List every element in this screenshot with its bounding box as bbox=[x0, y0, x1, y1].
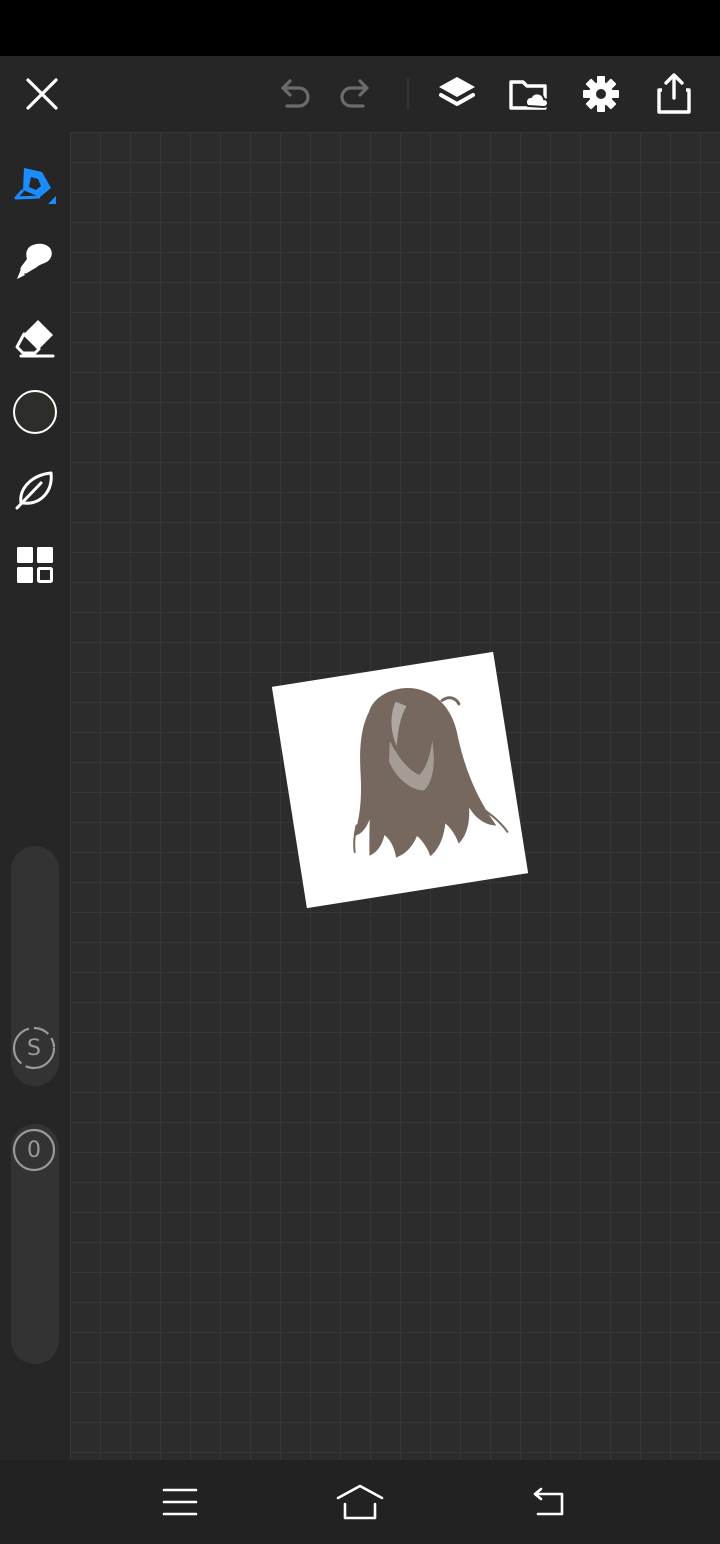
menu-icon bbox=[162, 1488, 198, 1516]
close-button[interactable] bbox=[12, 56, 72, 132]
gear-icon bbox=[583, 76, 619, 112]
eraser-icon bbox=[15, 320, 55, 358]
layers-icon bbox=[439, 77, 475, 106]
drawing-canvas[interactable] bbox=[70, 132, 720, 1460]
opacity-knob[interactable]: 0 bbox=[12, 1128, 56, 1172]
status-bar bbox=[0, 0, 720, 56]
cloud-folder-button[interactable] bbox=[499, 56, 559, 132]
home-icon bbox=[336, 1484, 384, 1520]
hair-drawing bbox=[353, 688, 509, 858]
smudge-icon bbox=[17, 243, 52, 279]
grid-icon bbox=[17, 547, 53, 583]
redo-icon bbox=[340, 79, 369, 108]
eraser-tool-button[interactable] bbox=[0, 302, 70, 372]
share-icon bbox=[657, 73, 691, 114]
artwork-canvas[interactable] bbox=[271, 651, 529, 909]
back-icon bbox=[533, 1487, 564, 1516]
pen-tool-button[interactable] bbox=[0, 148, 70, 218]
layers-button[interactable] bbox=[427, 56, 487, 132]
redo-button[interactable] bbox=[327, 56, 387, 132]
share-button[interactable] bbox=[644, 56, 704, 132]
pen-icon bbox=[14, 168, 56, 204]
settings-button[interactable] bbox=[571, 56, 631, 132]
close-icon bbox=[26, 78, 58, 110]
system-nav-bar bbox=[0, 1460, 720, 1544]
color-swatch bbox=[13, 390, 57, 434]
gallery-button[interactable] bbox=[0, 530, 70, 600]
leaf-icon bbox=[15, 471, 53, 510]
back-button[interactable] bbox=[498, 1460, 598, 1544]
size-knob-label: S bbox=[27, 1035, 41, 1061]
opacity-knob-label: 0 bbox=[27, 1137, 41, 1163]
brush-size-knob[interactable]: S bbox=[12, 1026, 56, 1070]
undo-icon bbox=[281, 79, 310, 108]
folder-cloud-icon bbox=[509, 80, 549, 110]
top-toolbar bbox=[0, 56, 720, 132]
color-picker-button[interactable] bbox=[0, 377, 70, 447]
brush-library-button[interactable] bbox=[0, 454, 70, 524]
smudge-tool-button[interactable] bbox=[0, 226, 70, 296]
undo-button[interactable] bbox=[263, 56, 323, 132]
menu-button[interactable] bbox=[130, 1460, 230, 1544]
toolbar-divider bbox=[407, 78, 409, 110]
left-toolbar: S 0 bbox=[0, 132, 70, 1460]
home-button[interactable] bbox=[310, 1460, 410, 1544]
